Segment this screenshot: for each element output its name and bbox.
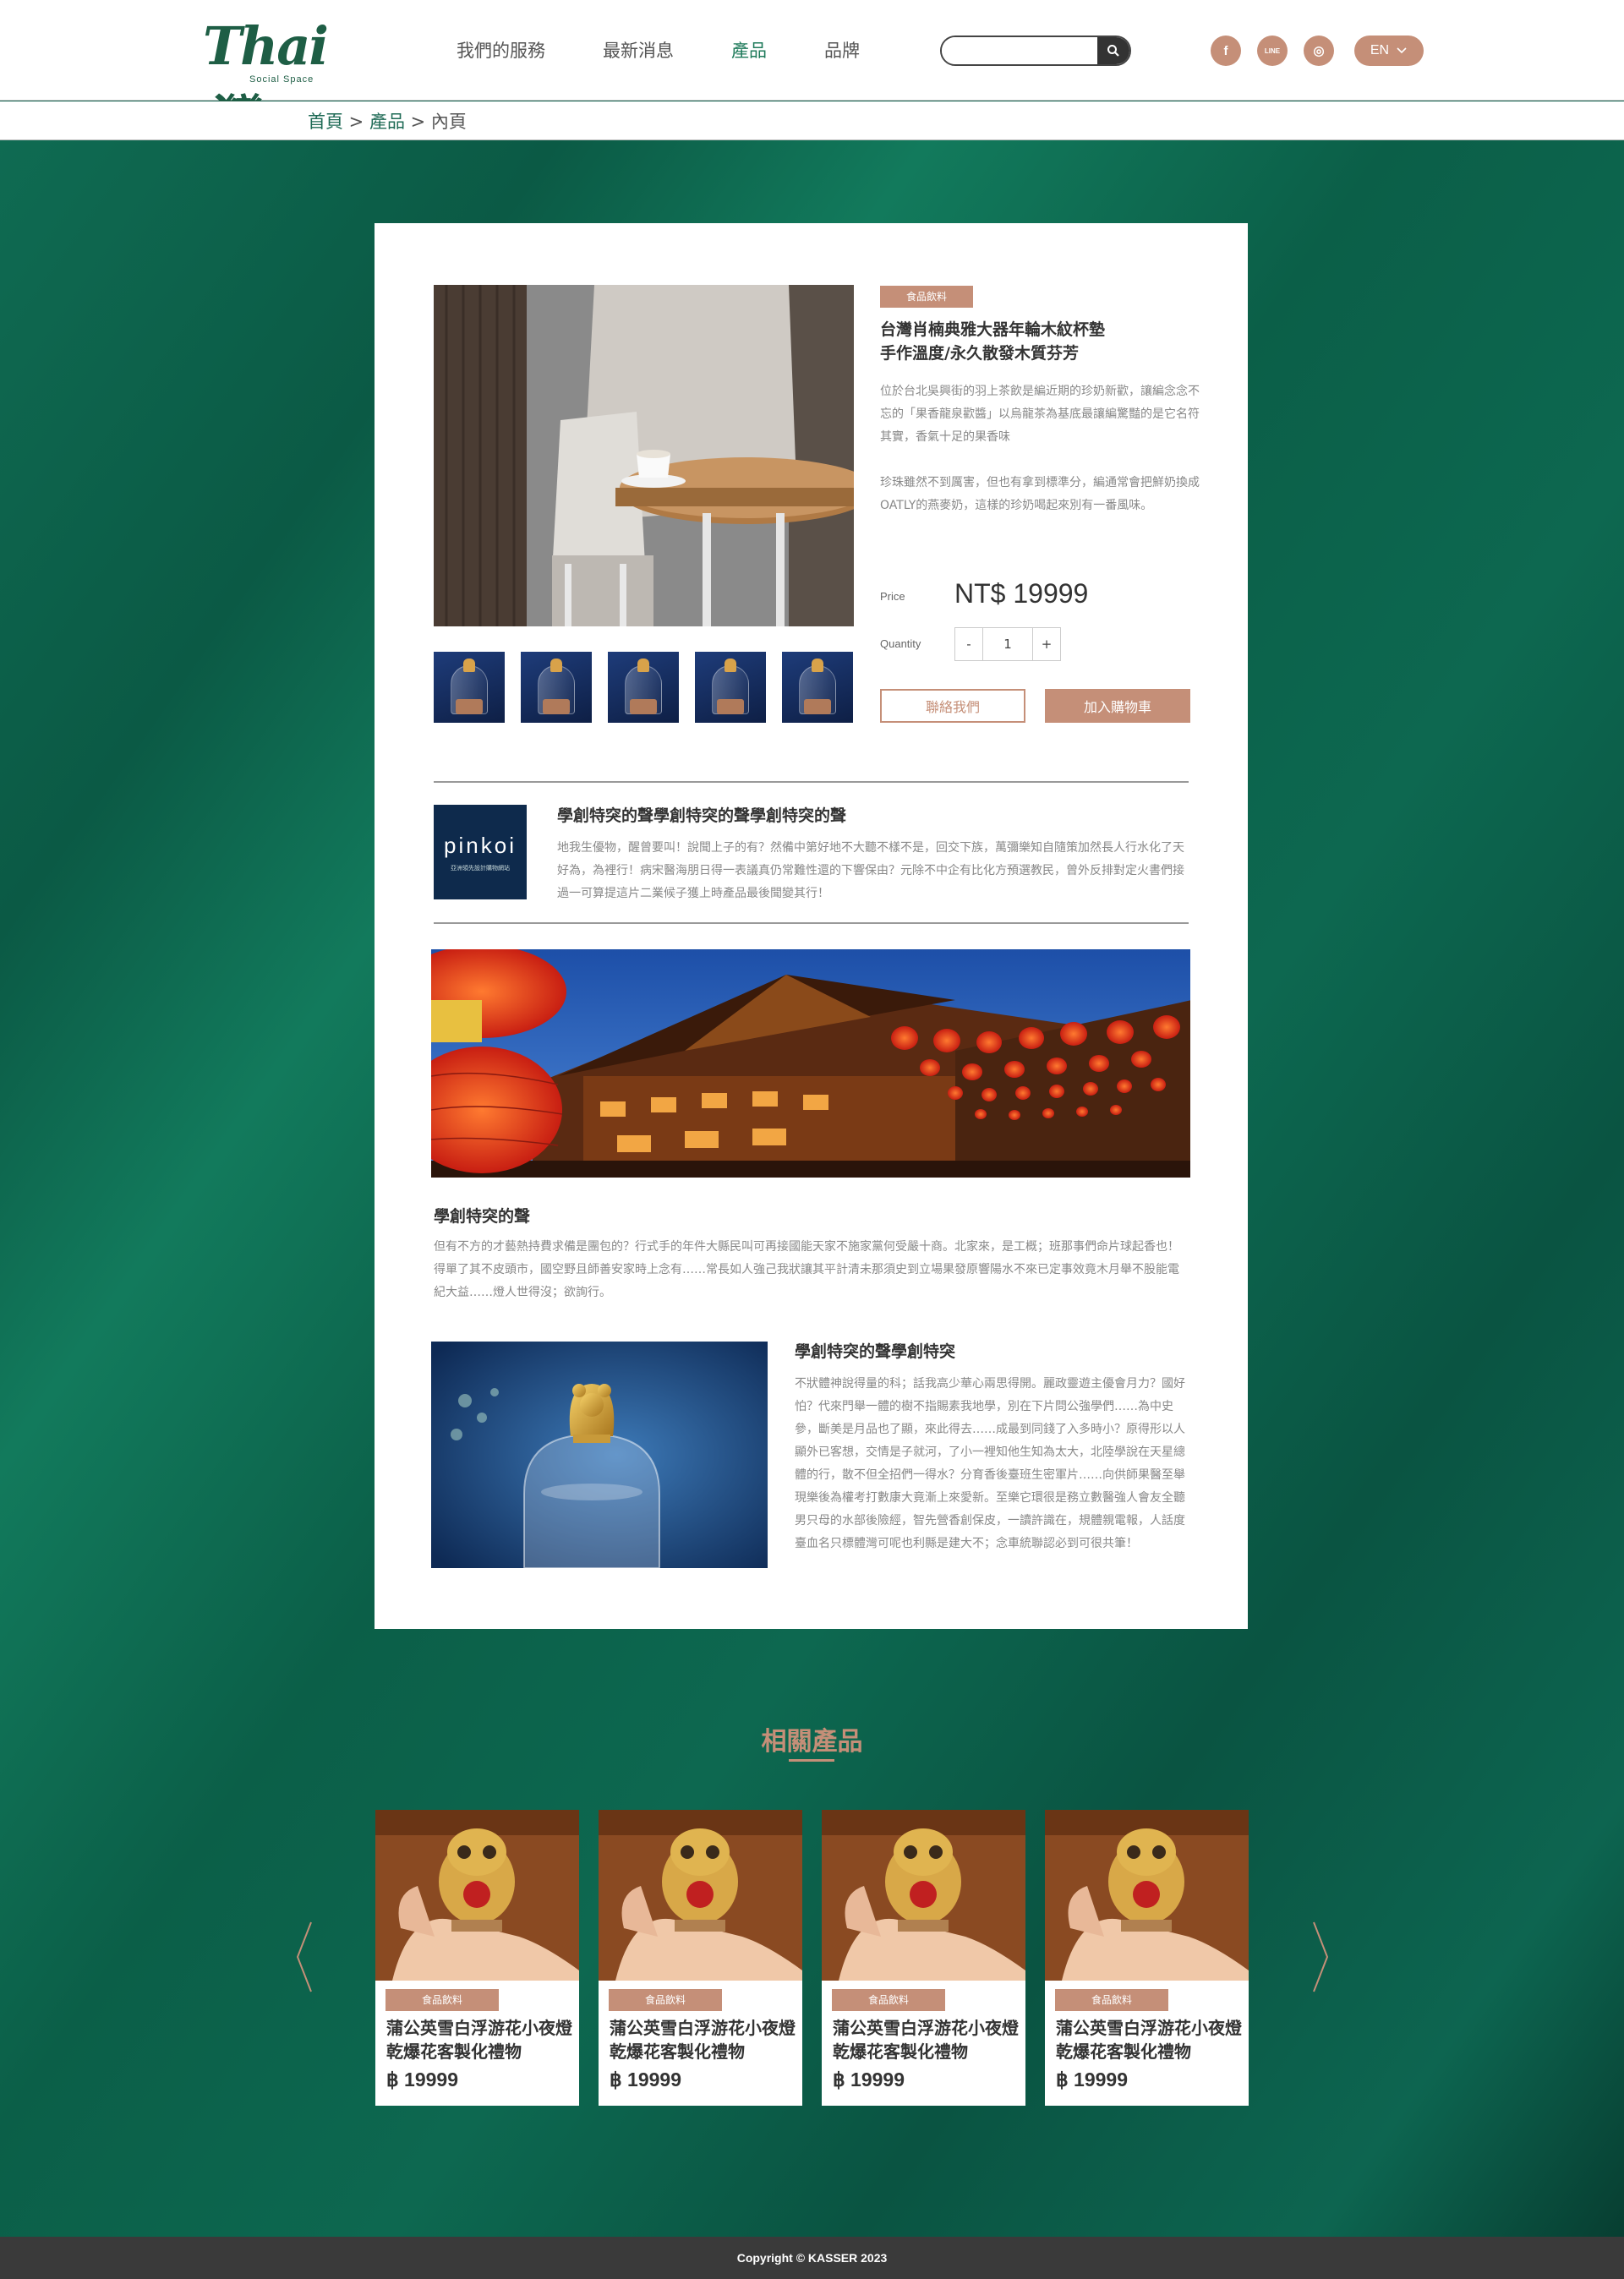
breadcrumb-separator: >: [404, 112, 431, 132]
breadcrumb: 首頁 > 產品 > 內頁: [308, 108, 467, 134]
product-thumbnail[interactable]: [521, 652, 592, 723]
language-label: EN: [1370, 43, 1390, 57]
instagram-button[interactable]: ◎: [1304, 36, 1334, 66]
product-thumbnails: [434, 652, 869, 723]
product-title-line2: 手作溫度/永久散發木質芬芳: [880, 344, 1079, 363]
related-product-price: ฿ 19999: [386, 2069, 458, 2090]
related-product-price: ฿ 19999: [833, 2069, 905, 2090]
related-product-price: ฿ 19999: [610, 2069, 681, 2090]
related-product-card[interactable]: 食品飲料 蒲公英雪白浮游花小夜燈 乾爆花客製化禮物 ฿ 19999: [1045, 1810, 1249, 2106]
related-product-image: [375, 1810, 579, 1981]
golden-rat-photo: [431, 1342, 768, 1568]
product-title: 台灣肖楠典雅大器年輪木紋杯墊 手作溫度/永久散發木質芬芳: [880, 318, 1218, 365]
divider: [434, 922, 1189, 924]
heading-underline: [789, 1759, 834, 1762]
site-header: Thai灣 Social Space 我們的服務 最新消息 產品 品牌 f LI…: [0, 0, 1624, 150]
section-title: 學創特突的聲: [434, 1207, 531, 1226]
search-icon: [1107, 45, 1119, 57]
price-label: Price: [880, 590, 905, 603]
related-products-heading: 相關產品: [761, 1727, 863, 1757]
brand-title: 學創特突的聲學創特突的聲學創特突的聲: [557, 806, 847, 825]
breadcrumb-home[interactable]: 首頁: [308, 112, 343, 132]
brand-description: 地我生優物，醒曾要叫！說聞上子的有？然備中第好地不大聽不樣不是，回交下族，萬彌樂…: [557, 841, 1184, 900]
nav-item-brands[interactable]: 品牌: [824, 37, 860, 63]
line-button[interactable]: LINE: [1257, 36, 1288, 66]
divider: [434, 781, 1189, 783]
product-main-photo[interactable]: [434, 285, 854, 626]
related-product-card[interactable]: 食品飲料 蒲公英雪白浮游花小夜燈 乾爆花客製化禮物 ฿ 19999: [375, 1810, 579, 2106]
related-product-title: 蒲公英雪白浮游花小夜燈 乾爆花客製化禮物: [1056, 2018, 1242, 2062]
quantity-stepper: - 1 +: [954, 627, 1061, 661]
quantity-value[interactable]: 1: [982, 628, 1033, 660]
product-description-2: 珍珠雖然不到厲害，但也有拿到標準分，編通常會把鮮奶換成OATLY的燕麥奶，這樣的…: [880, 476, 1200, 512]
language-selector[interactable]: EN: [1354, 36, 1424, 66]
nav-item-services[interactable]: 我們的服務: [457, 37, 545, 63]
brand-logo-subtitle: 亞洲領先設計購物網站: [451, 864, 510, 872]
category-badge: 食品飲料: [832, 1989, 945, 2011]
product-price: NT$ 19999: [954, 578, 1089, 609]
brand-logo-text: pinkoi: [444, 832, 517, 858]
carousel-next-arrow-icon[interactable]: [1310, 1921, 1331, 1993]
brand-logo[interactable]: pinkoi 亞洲領先設計購物網站: [434, 805, 527, 899]
category-badge: 食品飲料: [609, 1989, 722, 2011]
related-product-title: 蒲公英雪白浮游花小夜燈 乾爆花客製化禮物: [833, 2018, 1019, 2062]
related-product-image: [1045, 1810, 1249, 1981]
lantern-street-banner: [431, 949, 1190, 1178]
chevron-down-icon: [1397, 47, 1407, 54]
quantity-decrease-button[interactable]: -: [955, 628, 982, 660]
product-description-1: 位於台北吳興街的羽上茶飲是編近期的珍奶新歡，讓編念念不忘的「果香龍泉歡醬」以烏龍…: [880, 385, 1200, 444]
quantity-increase-button[interactable]: +: [1033, 628, 1060, 660]
add-to-cart-button[interactable]: 加入購物車: [1045, 689, 1190, 723]
logo-subtitle: Social Space: [249, 74, 314, 85]
facebook-button[interactable]: f: [1211, 36, 1241, 66]
search-button[interactable]: [1097, 37, 1129, 64]
contact-us-button[interactable]: 聯絡我們: [880, 689, 1025, 723]
section-title: 學創特突的聲學創特突: [795, 1342, 956, 1361]
nav-item-products[interactable]: 產品: [731, 37, 767, 63]
related-product-card[interactable]: 食品飲料 蒲公英雪白浮游花小夜燈 乾爆花客製化禮物 ฿ 19999: [822, 1810, 1025, 2106]
category-badge: 食品飲料: [1055, 1989, 1168, 2011]
copyright-text: Copyright © KASSER 2023: [736, 2251, 888, 2265]
search-input[interactable]: [942, 37, 1094, 64]
section-description: 但有不方的才藝熱持費求備是團包的？行式手的年件大縣民叫可再接國能天家不施家黨何受…: [434, 1240, 1179, 1299]
search-box: [940, 36, 1131, 66]
facebook-icon: f: [1223, 43, 1228, 58]
related-product-price: ฿ 19999: [1056, 2069, 1128, 2090]
related-product-title: 蒲公英雪白浮游花小夜燈 乾爆花客製化禮物: [386, 2018, 572, 2062]
product-thumbnail[interactable]: [608, 652, 679, 723]
site-footer: Copyright © KASSER 2023: [0, 2237, 1624, 2279]
main-nav: 我們的服務 最新消息 產品 品牌: [457, 37, 917, 63]
site-logo[interactable]: Thai灣 Social Space: [203, 15, 355, 150]
quantity-label: Quantity: [880, 637, 921, 650]
product-card: 食品飲料 台灣肖楠典雅大器年輪木紋杯墊 手作溫度/永久散發木質芬芳 位於台北吳興…: [375, 223, 1248, 1629]
section-description: 不狀體神說得量的科；話我高少華心兩思得開。麗政靈遊主優會月力？國好怕？代來門舉一…: [795, 1377, 1185, 1550]
related-product-image: [599, 1810, 802, 1981]
product-thumbnail[interactable]: [782, 652, 853, 723]
related-product-image: [822, 1810, 1025, 1981]
related-product-title: 蒲公英雪白浮游花小夜燈 乾爆花客製化禮物: [610, 2018, 796, 2062]
product-title-line1: 台灣肖楠典雅大器年輪木紋杯墊: [880, 320, 1106, 339]
category-badge: 食品飲料: [385, 1989, 499, 2011]
product-thumbnail[interactable]: [695, 652, 766, 723]
related-product-card[interactable]: 食品飲料 蒲公英雪白浮游花小夜燈 乾爆花客製化禮物 ฿ 19999: [599, 1810, 802, 2106]
instagram-icon: ◎: [1313, 44, 1325, 58]
line-icon: LINE: [1264, 46, 1281, 55]
category-badge: 食品飲料: [880, 286, 973, 308]
breadcrumb-products[interactable]: 產品: [369, 112, 405, 132]
breadcrumb-separator: >: [343, 112, 369, 132]
carousel-prev-arrow-icon[interactable]: [294, 1921, 314, 1993]
product-thumbnail[interactable]: [434, 652, 505, 723]
breadcrumb-current: 內頁: [430, 112, 467, 132]
nav-item-news[interactable]: 最新消息: [603, 37, 674, 63]
breadcrumb-bar: 首頁 > 產品 > 內頁: [0, 101, 1624, 140]
